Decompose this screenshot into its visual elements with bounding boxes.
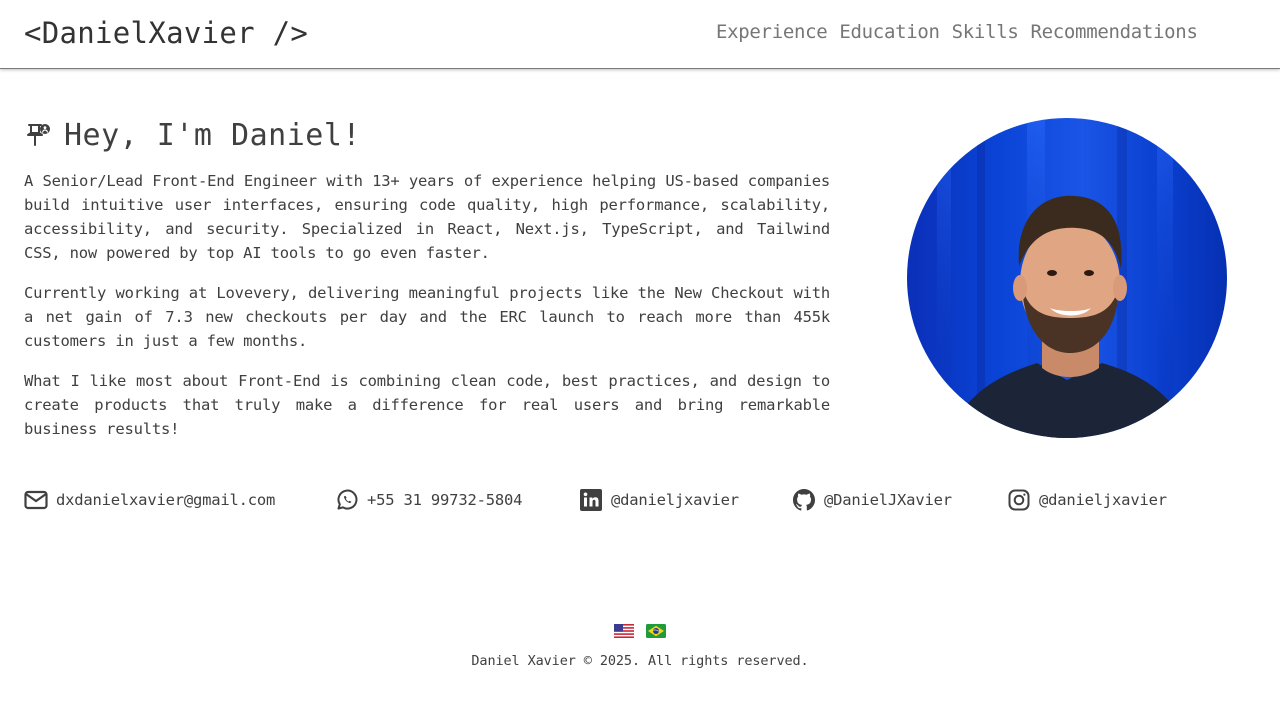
language-switcher (614, 624, 666, 638)
us-flag-icon[interactable] (614, 624, 634, 638)
contact-github-text: @DanielJXavier (824, 491, 952, 509)
instagram-icon (1008, 489, 1030, 511)
nav-link-education[interactable]: Education (839, 21, 940, 43)
profile-photo (907, 118, 1227, 438)
whatsapp-icon (337, 489, 358, 510)
linkedin-icon (580, 489, 602, 511)
contact-whatsapp[interactable]: +55 31 99732-5804 (335, 488, 522, 512)
site-logo[interactable]: <DanielXavier /> (24, 16, 308, 50)
github-icon (793, 489, 815, 511)
nav-link-skills[interactable]: Skills (952, 21, 1019, 43)
contact-linkedin[interactable]: @danieljxavier (579, 488, 739, 512)
nav-link-experience[interactable]: Experience (716, 21, 828, 43)
contact-instagram-text: @danieljxavier (1039, 491, 1167, 509)
envelope-icon (24, 490, 48, 510)
intro-paragraph-2: Currently working at Lovevery, deliverin… (24, 284, 830, 350)
contact-linkedin-text: @danieljxavier (611, 491, 739, 509)
site-footer: Daniel Xavier © 2025. All rights reserve… (471, 653, 809, 669)
main-nav: Experience Education Skills Recommendati… (716, 21, 1198, 43)
contact-github[interactable]: @DanielJXavier (792, 488, 952, 512)
pushpin-icon (27, 124, 50, 146)
contact-instagram[interactable]: @danieljxavier (1007, 488, 1167, 512)
brazil-flag-icon[interactable] (646, 624, 666, 638)
intro-headline: Hey, I'm Daniel! (64, 117, 361, 153)
contact-email[interactable]: dxdanielxavier@gmail.com (24, 488, 275, 512)
site-header: <DanielXavier /> Experience Education Sk… (0, 0, 1280, 69)
nav-link-recommendations[interactable]: Recommendations (1031, 21, 1198, 43)
intro-paragraph-3: What I like most about Front-End is comb… (24, 372, 830, 438)
headline-row: Hey, I'm Daniel! (24, 117, 830, 153)
contact-whatsapp-text: +55 31 99732-5804 (367, 491, 523, 509)
contact-list: dxdanielxavier@gmail.com +55 31 99732-58… (24, 488, 1254, 512)
intro-paragraph-1: A Senior/Lead Front-End Engineer with 13… (24, 172, 830, 262)
intro-section: Hey, I'm Daniel! A Senior/Lead Front-End… (24, 117, 830, 441)
contact-email-text: dxdanielxavier@gmail.com (56, 491, 276, 509)
